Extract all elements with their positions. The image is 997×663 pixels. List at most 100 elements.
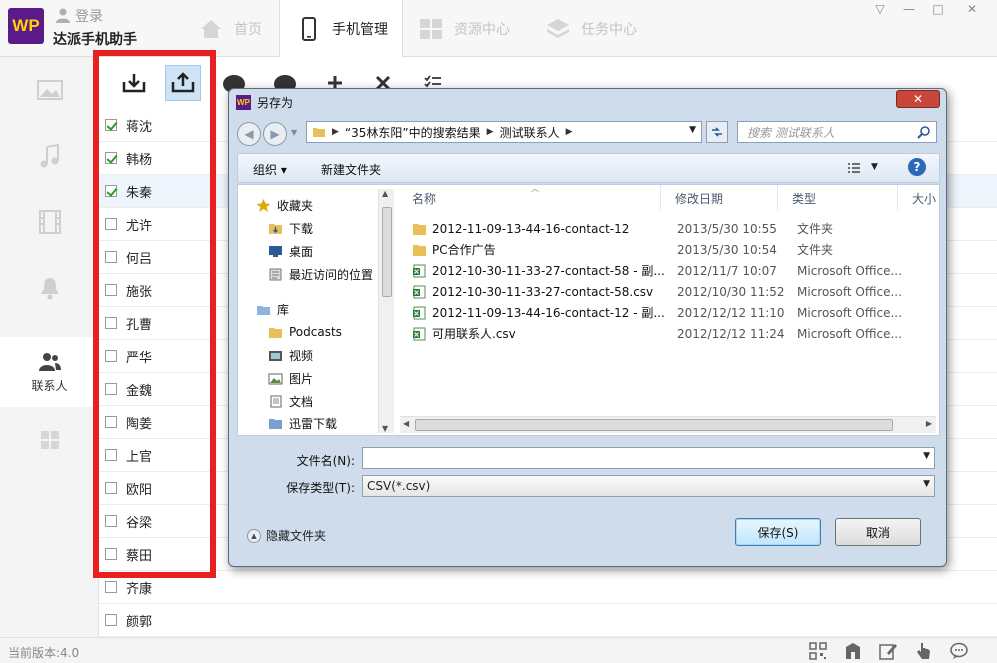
address-dropdown-icon[interactable]: ▼ [689,125,696,135]
tab-task-center[interactable]: 任务中心 [545,0,637,57]
contact-checkbox[interactable] [105,284,117,296]
close-button[interactable]: ✕ [960,2,984,16]
export-button[interactable] [165,65,201,101]
file-row[interactable]: 2012-10-30-11-33-27-contact-58.csv 2012/1… [412,281,932,302]
dialog-title-bar[interactable]: WP 另存为 [236,93,293,111]
contact-checkbox[interactable] [105,416,117,428]
contact-checkbox[interactable] [105,317,117,329]
contact-row[interactable]: 颜郭 [99,604,997,637]
file-row[interactable]: PC合作广告 2013/5/30 10:54 文件夹 [412,239,932,260]
scroll-up-icon[interactable]: ▲ [382,189,388,198]
tree-item-recent[interactable]: 最近访问的位置 [268,264,373,284]
tab-resource-center[interactable]: 资源中心 [418,0,510,57]
nav-apps[interactable] [0,407,99,473]
nav-music[interactable] [0,123,99,189]
maximize-button[interactable]: □ [926,2,950,16]
tree-favorites[interactable]: 收藏夹 [256,195,313,215]
tab-home[interactable]: 首页 [198,0,262,57]
recent-locations-dropdown[interactable]: ▼ [291,128,297,137]
tree-item-thunder-downloads[interactable]: 迅雷下载 [268,414,337,432]
column-size[interactable]: 大小 [898,185,939,211]
scroll-right-icon[interactable]: ▶ [926,419,932,428]
import-button[interactable] [116,65,152,101]
back-button[interactable]: ◀ [237,122,261,146]
tab-phone-manage[interactable]: 手机管理 [279,0,403,58]
edit-icon[interactable] [878,641,898,661]
new-folder-button[interactable]: 新建文件夹 [321,161,381,178]
file-row[interactable]: 可用联系人.csv 2012/12/12 11:24 Microsoft Offic… [412,323,932,344]
file-type: Microsoft Office... [797,305,902,320]
tree-item-videos[interactable]: 视频 [268,345,313,365]
nav-ringtone[interactable] [0,255,99,321]
file-row[interactable]: 2012-11-09-13-44-16-contact-12 2013/5/30 … [412,218,932,239]
file-row[interactable]: 2012-10-30-11-33-27-contact-58 - 副... 201… [412,260,932,281]
contact-checkbox[interactable] [105,383,117,395]
tree-libraries[interactable]: 库 [256,299,289,319]
address-segment-folder[interactable]: 测试联系人 [500,124,560,141]
view-dropdown-icon[interactable]: ▼ [871,162,878,172]
contact-checkbox[interactable] [105,251,117,263]
file-date: 2012/10/30 11:52 [677,284,785,299]
dialog-app-icon: WP [236,94,251,110]
contact-checkbox[interactable] [105,119,117,131]
nav-video[interactable] [0,189,99,255]
column-modified[interactable]: 修改日期 [661,185,778,211]
tree-item-documents[interactable]: 文档 [268,391,313,411]
menu-dropdown-button[interactable]: ▽ [868,2,892,16]
column-type[interactable]: 类型 [778,185,898,211]
contact-name: 谷梁 [126,515,153,531]
tree-item-downloads[interactable]: 下载 [268,218,313,238]
nav-photos[interactable] [0,57,99,123]
tree-scrollbar[interactable]: ▲ ▼ [378,189,394,433]
view-options-icon[interactable] [847,162,861,174]
qrcode-icon[interactable] [808,641,828,661]
file-list-hscrollbar[interactable]: ◀ ▶ [400,416,936,433]
organize-menu[interactable]: 组织 ▾ [253,161,287,178]
scroll-left-icon[interactable]: ◀ [403,419,409,428]
refresh-button[interactable] [706,121,728,143]
chevron-down-icon[interactable]: ▼ [923,451,930,461]
minimize-button[interactable]: — [897,2,921,16]
scroll-down-icon[interactable]: ▼ [382,424,388,433]
save-button[interactable]: 保存(S) [735,518,821,546]
nav-contacts[interactable]: 联系人 [0,337,99,407]
tree-scroll-thumb[interactable] [382,207,392,297]
contact-checkbox[interactable] [105,614,117,626]
chat-icon[interactable] [949,641,969,661]
cancel-button[interactable]: 取消 [835,518,921,546]
tree-item-label: 迅雷下载 [289,416,338,431]
contact-checkbox[interactable] [105,581,117,593]
filetype-select[interactable]: CSV(*.csv) ▼ [362,475,935,497]
contact-checkbox[interactable] [105,185,117,197]
forward-button[interactable]: ▶ [263,122,287,146]
column-name[interactable]: 名称 [398,185,661,211]
help-icon[interactable]: ? [908,158,926,176]
contact-checkbox[interactable] [105,515,117,527]
tree-item-desktop[interactable]: 桌面 [268,241,313,261]
search-input[interactable]: 搜索 测试联系人 [737,121,937,143]
contact-checkbox[interactable] [105,548,117,560]
tree-item-pictures[interactable]: 图片 [268,368,313,388]
tree-item-podcasts[interactable]: Podcasts [268,322,342,342]
desktop-icon [269,245,282,257]
contact-checkbox[interactable] [105,218,117,230]
address-segment-search[interactable]: “35林东阳”中的搜索结果 [345,124,481,141]
excel-file-icon [413,327,426,340]
horizontal-scroll-thumb[interactable] [415,419,893,431]
contact-row[interactable]: 齐康 [99,571,997,604]
collapse-icon: ▲ [247,528,261,543]
login-link[interactable]: 登录 [55,6,103,26]
contact-checkbox[interactable] [105,350,117,362]
store-icon[interactable] [843,641,863,661]
filetype-value: CSV(*.csv) [367,479,431,493]
dialog-close-button[interactable]: ✕ [896,90,940,108]
hide-folders-toggle[interactable]: ▲ 隐藏文件夹 [247,527,326,544]
file-row[interactable]: 2012-11-09-13-44-16-contact-12 - 副... 201… [412,302,932,323]
hand-icon[interactable] [913,641,933,661]
chevron-down-icon[interactable]: ▼ [923,479,930,489]
contact-checkbox[interactable] [105,152,117,164]
contact-checkbox[interactable] [105,449,117,461]
address-bar[interactable]: ▶ “35林东阳”中的搜索结果 ▶ 测试联系人 ▶ ▼ [306,121,702,143]
contact-checkbox[interactable] [105,482,117,494]
filename-field[interactable]: ▼ [362,447,935,469]
